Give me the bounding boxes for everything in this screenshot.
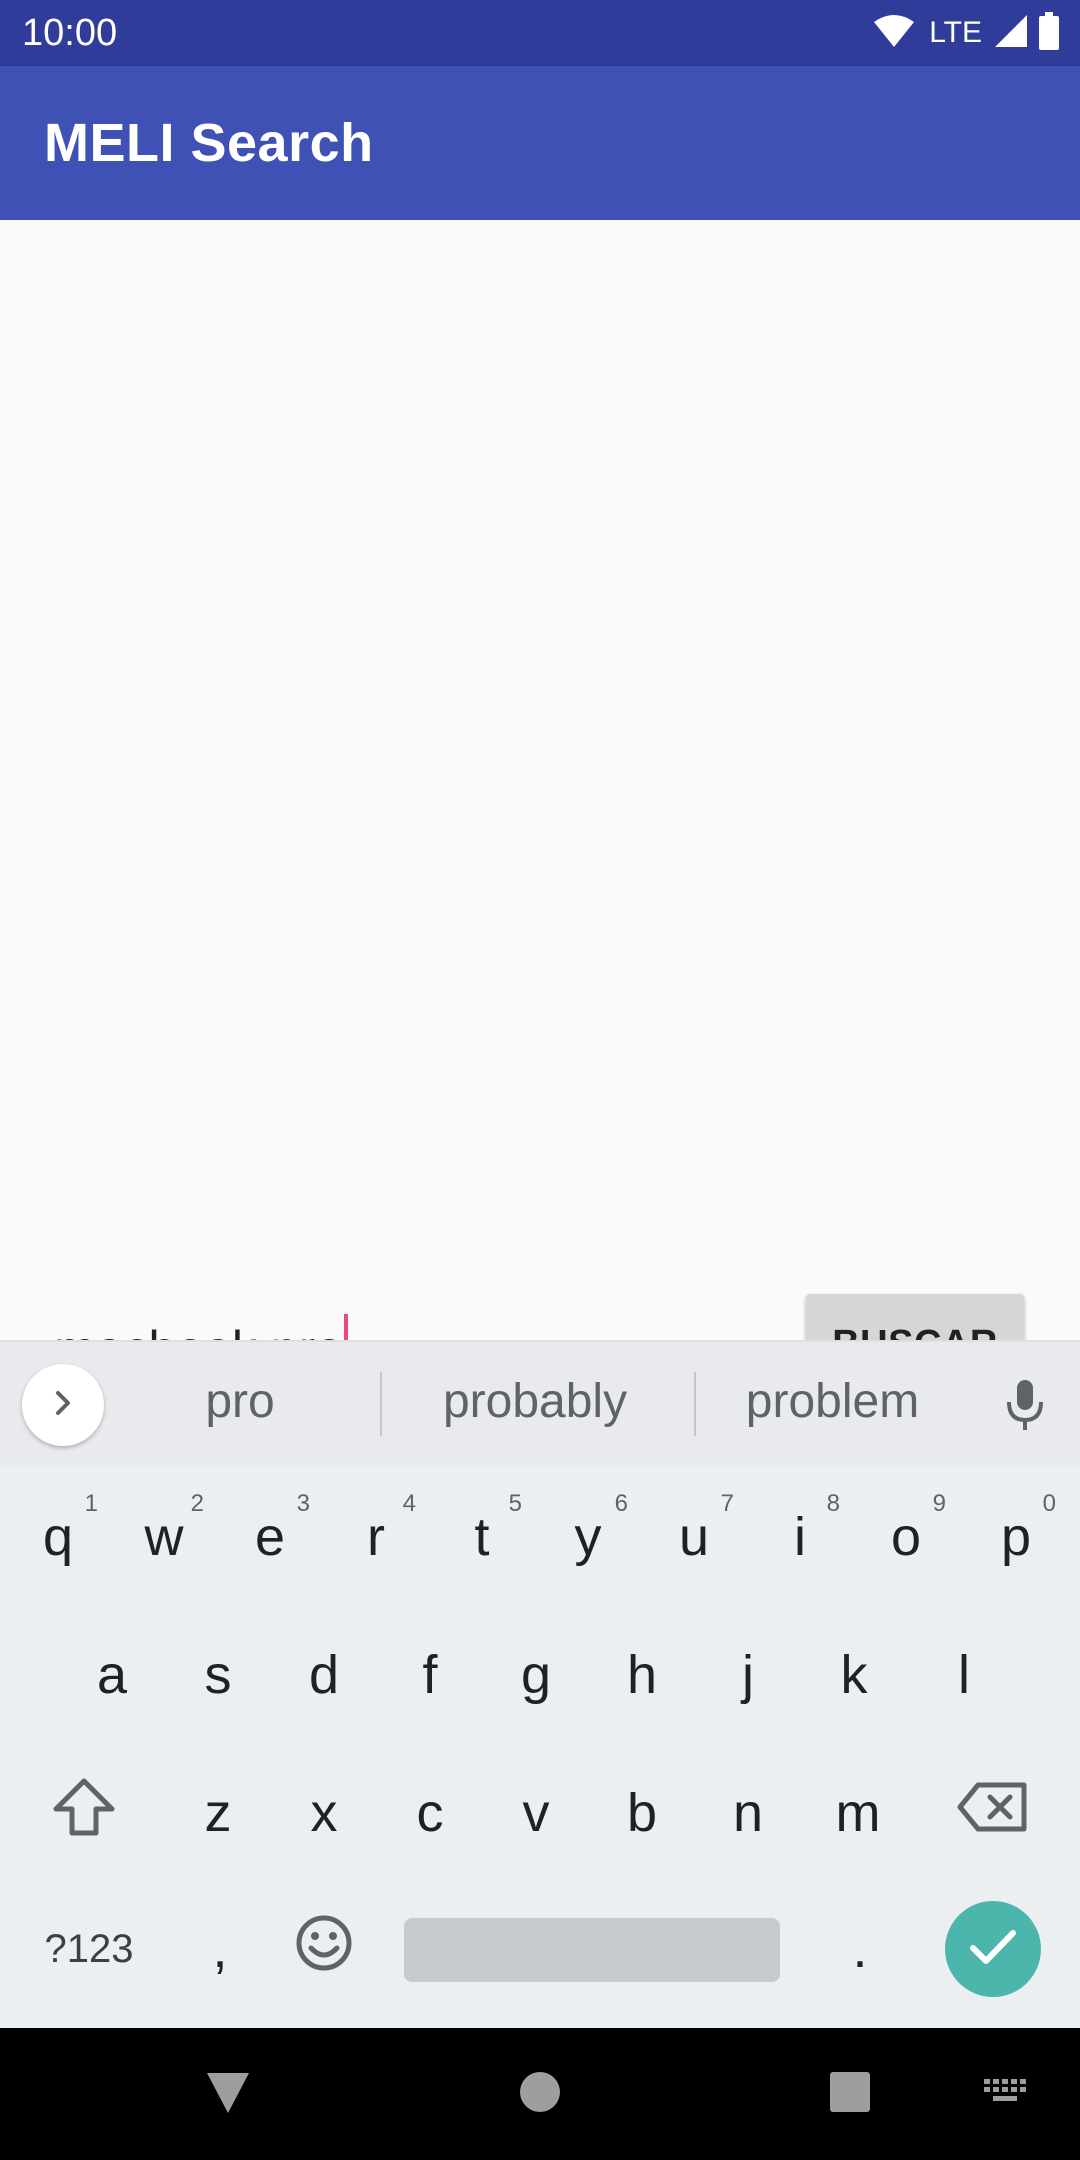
key-label: i <box>794 1507 806 1567</box>
key-m[interactable]: m <box>808 1758 908 1868</box>
symbols-key[interactable]: ?123 <box>34 1894 144 2004</box>
key-q[interactable]: q1 <box>8 1482 108 1592</box>
cell-signal-icon <box>994 14 1028 53</box>
suggestion-item[interactable]: probably <box>410 1374 660 1429</box>
key-g[interactable]: g <box>486 1620 586 1730</box>
key-label: y <box>574 1507 602 1567</box>
app-title: MELI Search <box>44 113 374 173</box>
key-label: r <box>367 1507 385 1567</box>
key-o[interactable]: o9 <box>856 1482 956 1592</box>
recents-button[interactable] <box>820 2064 880 2124</box>
network-type-label: LTE <box>929 16 982 49</box>
emoji-key[interactable] <box>274 1894 374 2004</box>
suggestion-divider <box>694 1372 696 1436</box>
status-bar: 10:00 LTE <box>0 0 1080 66</box>
key-t[interactable]: t5 <box>432 1482 532 1592</box>
key-h[interactable]: h <box>592 1620 692 1730</box>
wifi-icon <box>873 14 915 53</box>
key-j[interactable]: j <box>698 1620 798 1730</box>
recents-square-icon <box>829 2071 871 2118</box>
period-key[interactable]: . <box>810 1894 910 2004</box>
voice-input-button[interactable] <box>990 1372 1060 1442</box>
key-d[interactable]: d <box>274 1620 374 1730</box>
soft-keyboard: pro probably problem q1 w2 e3 r4 t5 y6 u… <box>0 1340 1080 2028</box>
key-z[interactable]: z <box>168 1758 268 1868</box>
key-l[interactable]: l <box>914 1620 1014 1730</box>
emoji-icon <box>295 1914 353 1985</box>
suggestion-item[interactable]: problem <box>720 1374 945 1429</box>
done-key[interactable] <box>945 1901 1041 1997</box>
shift-key[interactable] <box>34 1758 134 1868</box>
key-y[interactable]: y6 <box>538 1482 638 1592</box>
key-label: u <box>678 1507 710 1567</box>
app-bar: MELI Search <box>0 66 1080 220</box>
status-icons: LTE <box>873 11 1060 55</box>
key-hint: 9 <box>932 1490 946 1517</box>
home-button[interactable] <box>510 2064 570 2124</box>
key-s[interactable]: s <box>168 1620 268 1730</box>
key-hint: 4 <box>402 1490 416 1517</box>
check-icon <box>968 1927 1018 1972</box>
back-triangle-icon <box>203 2069 253 2120</box>
suggestion-strip: pro probably problem <box>0 1340 1080 1466</box>
key-b[interactable]: b <box>592 1758 692 1868</box>
main-content: macbook pro BUSCAR <box>0 220 1080 1394</box>
back-button[interactable] <box>198 2064 258 2124</box>
keyboard-switcher-button[interactable] <box>976 2064 1036 2124</box>
comma-key[interactable]: , <box>170 1894 270 2004</box>
keyboard-icon <box>982 2077 1030 2112</box>
navigation-bar <box>0 2028 1080 2160</box>
chevron-right-icon <box>48 1388 78 1423</box>
key-v[interactable]: v <box>486 1758 586 1868</box>
key-label: w <box>144 1507 184 1567</box>
key-hint: 3 <box>296 1490 310 1517</box>
key-hint: 5 <box>508 1490 522 1517</box>
shift-icon <box>52 1777 116 1850</box>
key-a[interactable]: a <box>62 1620 162 1730</box>
backspace-icon <box>956 1781 1028 1846</box>
key-n[interactable]: n <box>698 1758 798 1868</box>
backspace-key[interactable] <box>942 1758 1042 1868</box>
key-e[interactable]: e3 <box>220 1482 320 1592</box>
space-key[interactable] <box>404 1918 780 1982</box>
battery-icon <box>1038 11 1060 55</box>
key-c[interactable]: c <box>380 1758 480 1868</box>
mic-icon <box>1005 1378 1045 1437</box>
key-label: e <box>254 1507 286 1567</box>
key-p[interactable]: p0 <box>966 1482 1066 1592</box>
suggestion-item[interactable]: pro <box>150 1374 330 1429</box>
expand-toolbar-button[interactable] <box>22 1364 104 1446</box>
key-hint: 7 <box>720 1490 734 1517</box>
home-circle-icon <box>518 2070 562 2119</box>
key-label: t <box>474 1507 490 1567</box>
key-w[interactable]: w2 <box>114 1482 214 1592</box>
key-label: p <box>1000 1507 1032 1567</box>
key-label: o <box>890 1507 922 1567</box>
key-u[interactable]: u7 <box>644 1482 744 1592</box>
status-time: 10:00 <box>22 12 118 54</box>
key-f[interactable]: f <box>380 1620 480 1730</box>
key-hint: 6 <box>614 1490 628 1517</box>
key-r[interactable]: r4 <box>326 1482 426 1592</box>
key-x[interactable]: x <box>274 1758 374 1868</box>
key-hint: 8 <box>826 1490 840 1517</box>
key-hint: 1 <box>84 1490 98 1517</box>
key-hint: 0 <box>1042 1490 1056 1517</box>
suggestion-divider <box>380 1372 382 1436</box>
key-hint: 2 <box>190 1490 204 1517</box>
key-i[interactable]: i8 <box>750 1482 850 1592</box>
key-k[interactable]: k <box>804 1620 904 1730</box>
key-label: q <box>42 1507 74 1567</box>
